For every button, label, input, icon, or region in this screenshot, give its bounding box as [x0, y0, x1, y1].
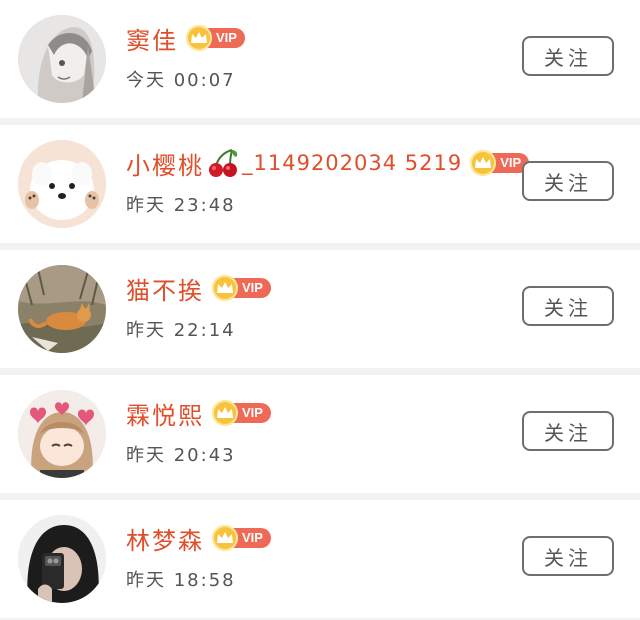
vip-badge: VIP — [470, 150, 530, 176]
user-name-suffix[interactable]: _1149202034 5219 — [242, 151, 462, 175]
crown-icon — [212, 400, 238, 426]
follow-time: 昨天 18:58 — [126, 570, 236, 591]
user-name[interactable]: 猫不挨 — [126, 271, 204, 306]
crown-icon — [186, 25, 212, 51]
cherry-icon — [209, 149, 238, 177]
mirror-selfie-icon — [18, 515, 106, 603]
list-item[interactable]: 霖悦熙 VIP 昨天 20:43 关注 — [0, 375, 640, 493]
user-name[interactable]: 林梦森 — [126, 521, 204, 556]
follow-button[interactable]: 关注 — [522, 36, 614, 76]
anime-girl-sketch-icon — [18, 15, 106, 103]
user-name[interactable]: 窦佳 — [126, 21, 178, 56]
list-item[interactable]: 小樱桃 _1149202034 5219 VIP 昨天 23:48 关注 — [0, 125, 640, 243]
anime-girl-hearts-icon — [18, 390, 106, 478]
follow-time: 昨天 20:43 — [126, 445, 236, 466]
follow-button[interactable]: 关注 — [522, 286, 614, 326]
avatar[interactable] — [18, 390, 106, 478]
avatar[interactable] — [18, 265, 106, 353]
vip-badge: VIP — [186, 25, 245, 51]
list-item[interactable]: 林梦森 VIP 昨天 18:58 关注 — [0, 500, 640, 618]
follow-list: 窦佳 VIP 今天 00:07 关注 小樱桃 _1149202034 5219 … — [0, 0, 640, 620]
user-name-prefix[interactable]: 小樱桃 — [126, 146, 204, 181]
user-name[interactable]: 霖悦熙 — [126, 396, 204, 431]
crown-icon — [212, 275, 238, 301]
follow-button[interactable]: 关注 — [522, 411, 614, 451]
follow-button[interactable]: 关注 — [522, 161, 614, 201]
vip-badge: VIP — [212, 525, 271, 551]
follow-time: 昨天 22:14 — [126, 320, 236, 341]
crown-icon — [212, 525, 238, 551]
vip-badge: VIP — [212, 400, 271, 426]
avatar[interactable] — [18, 15, 106, 103]
cat-in-grass-icon — [18, 265, 106, 353]
vip-badge: VIP — [212, 275, 271, 301]
follow-time: 今天 00:07 — [126, 70, 236, 91]
avatar[interactable] — [18, 515, 106, 603]
follow-button[interactable]: 关注 — [522, 536, 614, 576]
avatar[interactable] — [18, 140, 106, 228]
follow-time: 昨天 23:48 — [126, 195, 236, 216]
list-item[interactable]: 窦佳 VIP 今天 00:07 关注 — [0, 0, 640, 118]
white-puppy-icon — [18, 140, 106, 228]
list-item[interactable]: 猫不挨 VIP 昨天 22:14 关注 — [0, 250, 640, 368]
